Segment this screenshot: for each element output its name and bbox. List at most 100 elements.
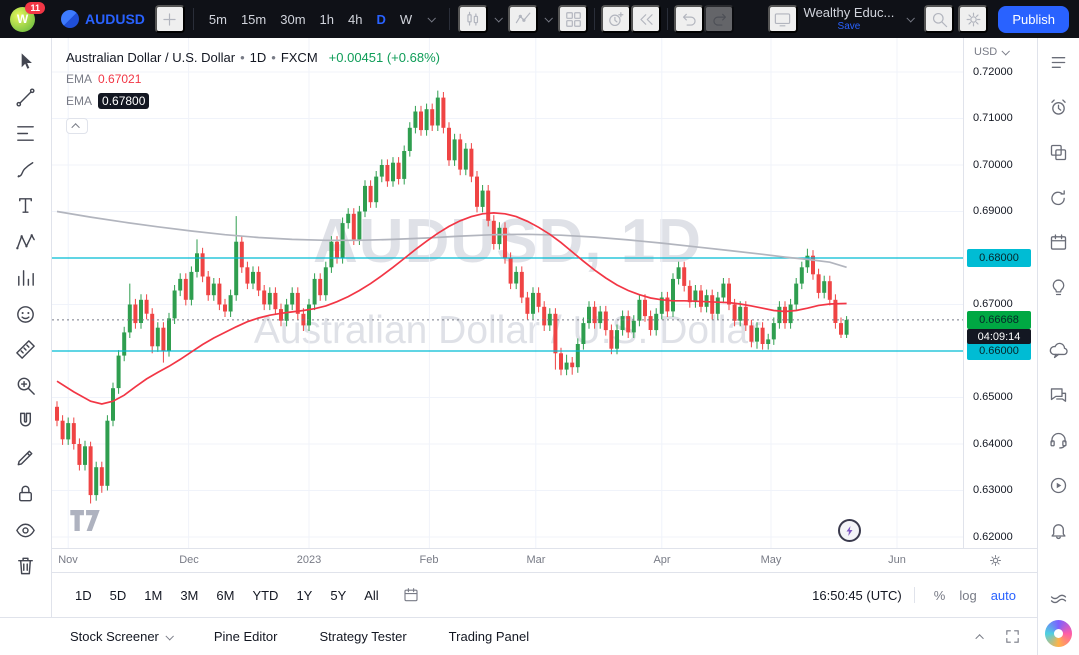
indicators-icon[interactable] — [508, 5, 538, 33]
ai-assistant-icon[interactable] — [1045, 620, 1072, 647]
legend-title-row[interactable]: Australian Dollar / U.S. Dollar • 1D • F… — [66, 50, 440, 65]
tab-chevron-icon — [165, 632, 173, 640]
interval-menu-chevron-icon[interactable] — [421, 5, 441, 33]
layout-monitor-button[interactable] — [768, 5, 798, 33]
alerts-icon — [1048, 97, 1069, 121]
range-All-button[interactable]: All — [355, 584, 387, 607]
clock-label[interactable]: 16:50:45 (UTC) — [812, 588, 902, 603]
tab-strategy-tester[interactable]: Strategy Tester — [319, 629, 406, 644]
range-6M-button[interactable]: 6M — [207, 584, 243, 607]
scale-auto-button[interactable]: auto — [984, 584, 1023, 607]
tool-cursor-button[interactable] — [9, 46, 43, 80]
search-button[interactable] — [924, 5, 954, 33]
interval-5m-button[interactable]: 5m — [202, 5, 234, 33]
range-buttons: 1D5D1M3M6MYTD1Y5YAll — [66, 584, 388, 607]
interval-D-button[interactable]: D — [369, 5, 392, 33]
support-icon — [1048, 430, 1069, 454]
price-level-badge[interactable]: 0.68000 — [967, 249, 1031, 267]
tool-eye-button[interactable] — [9, 514, 43, 548]
interval-4h-button[interactable]: 4h — [341, 5, 369, 33]
rail-calendar-button[interactable] — [1043, 228, 1075, 260]
tradingview-logo[interactable] — [70, 510, 100, 536]
range-YTD-button[interactable]: YTD — [243, 584, 287, 607]
notification-count-badge: 11 — [25, 2, 45, 14]
compare-add-symbol-button[interactable] — [155, 5, 185, 33]
interval-15m-button[interactable]: 15m — [234, 5, 273, 33]
last-price-badge[interactable]: 0.66668 — [967, 311, 1031, 329]
panel-fullscreen-button[interactable] — [1004, 628, 1021, 645]
interval-30m-button[interactable]: 30m — [273, 5, 312, 33]
range-5Y-button[interactable]: 5Y — [321, 584, 355, 607]
candles-icon[interactable] — [458, 5, 488, 33]
toolbar-divider — [594, 8, 595, 30]
range-5D-button[interactable]: 5D — [101, 584, 136, 607]
rail-support-button[interactable] — [1043, 426, 1075, 458]
publish-button[interactable]: Publish — [998, 6, 1069, 33]
alert-icon[interactable] — [601, 5, 631, 33]
rail-streams-button[interactable] — [1043, 471, 1075, 503]
rail-ideas-button[interactable] — [1043, 273, 1075, 305]
tab-pine-editor[interactable]: Pine Editor — [214, 629, 278, 644]
tool-lock-button[interactable] — [9, 478, 43, 512]
tool-forecast-button[interactable] — [9, 262, 43, 296]
interval-1h-button[interactable]: 1h — [313, 5, 341, 33]
tool-trend-line-button[interactable] — [9, 82, 43, 116]
layout-chevron-icon[interactable] — [900, 5, 920, 33]
tool-magnet-button[interactable] — [9, 406, 43, 440]
indicators-chevron-icon[interactable] — [538, 5, 558, 33]
layout-name-button[interactable]: Wealthy Educ... Save — [804, 6, 895, 31]
interval-W-button[interactable]: W — [393, 5, 419, 33]
tool-xabcd-button[interactable] — [9, 226, 43, 260]
rail-minds-button[interactable] — [1043, 336, 1075, 368]
minds-icon — [1048, 340, 1069, 364]
watchlist-icon — [1048, 52, 1069, 76]
candles-chevron-icon[interactable] — [488, 5, 508, 33]
symbol-search-button[interactable]: AUDUSD — [53, 5, 153, 33]
rail-bottom-widget-button[interactable] — [1043, 582, 1075, 614]
redo-icon[interactable] — [704, 5, 734, 33]
rail-alerts-button[interactable] — [1043, 93, 1075, 125]
flash-boost-button[interactable] — [838, 519, 861, 542]
rail-watchlist-button[interactable] — [1043, 48, 1075, 80]
tool-emoji-button[interactable] — [9, 298, 43, 332]
price-level-badge[interactable]: 0.66000 — [967, 342, 1031, 360]
tool-fib-button[interactable] — [9, 118, 43, 152]
panel-expand-chevron-button[interactable] — [978, 634, 984, 640]
tool-measure-button[interactable] — [9, 334, 43, 368]
rail-hotlists-button[interactable] — [1043, 183, 1075, 215]
undo-icon[interactable] — [674, 5, 704, 33]
tool-draw-button[interactable] — [9, 442, 43, 476]
time-axis[interactable]: NovDec2023FebMarAprMayJun — [52, 548, 1037, 572]
rail-data-window-button[interactable] — [1043, 138, 1075, 170]
legend-indicators: EMA0.67021 EMA0.67800 — [66, 72, 440, 109]
legend-ema-row[interactable]: EMA0.67800 — [66, 93, 440, 109]
range-1D-button[interactable]: 1D — [66, 584, 101, 607]
tool-text-button[interactable] — [9, 190, 43, 224]
legend-collapse-button[interactable] — [66, 118, 88, 134]
price-axis-label: 0.62000 — [973, 531, 1013, 543]
price-axis[interactable]: USD 0.720000.710000.700000.690000.680000… — [963, 38, 1037, 548]
axis-settings-gear-icon[interactable] — [988, 553, 1003, 568]
range-1M-button[interactable]: 1M — [135, 584, 171, 607]
goto-date-calendar-icon[interactable] — [402, 586, 420, 604]
currency-selector[interactable]: USD — [974, 46, 1008, 58]
rail-notifications-button[interactable] — [1043, 516, 1075, 548]
tool-zoom-button[interactable] — [9, 370, 43, 404]
scale-log-button[interactable]: log — [952, 584, 983, 607]
legend-ema-row[interactable]: EMA0.67021 — [66, 72, 440, 86]
rail-chat-button[interactable] — [1043, 381, 1075, 413]
tab-stock-screener[interactable]: Stock Screener — [70, 629, 172, 644]
layout-grid-icon[interactable] — [558, 5, 588, 33]
chart-pane[interactable]: AUDUSD, 1D Australian Dollar / U.S. Doll… — [52, 38, 963, 548]
range-3M-button[interactable]: 3M — [171, 584, 207, 607]
replay-icon[interactable] — [631, 5, 661, 33]
user-menu-button[interactable]: W 11 — [10, 7, 35, 32]
toolbar-divider — [667, 8, 668, 30]
settings-button[interactable] — [958, 5, 988, 33]
range-1Y-button[interactable]: 1Y — [287, 584, 321, 607]
tool-brush-button[interactable] — [9, 154, 43, 188]
scale-%-button[interactable]: % — [927, 584, 953, 607]
tab-trading-panel[interactable]: Trading Panel — [449, 629, 529, 644]
tool-trash-button[interactable] — [9, 550, 43, 584]
save-label[interactable]: Save — [838, 21, 861, 32]
